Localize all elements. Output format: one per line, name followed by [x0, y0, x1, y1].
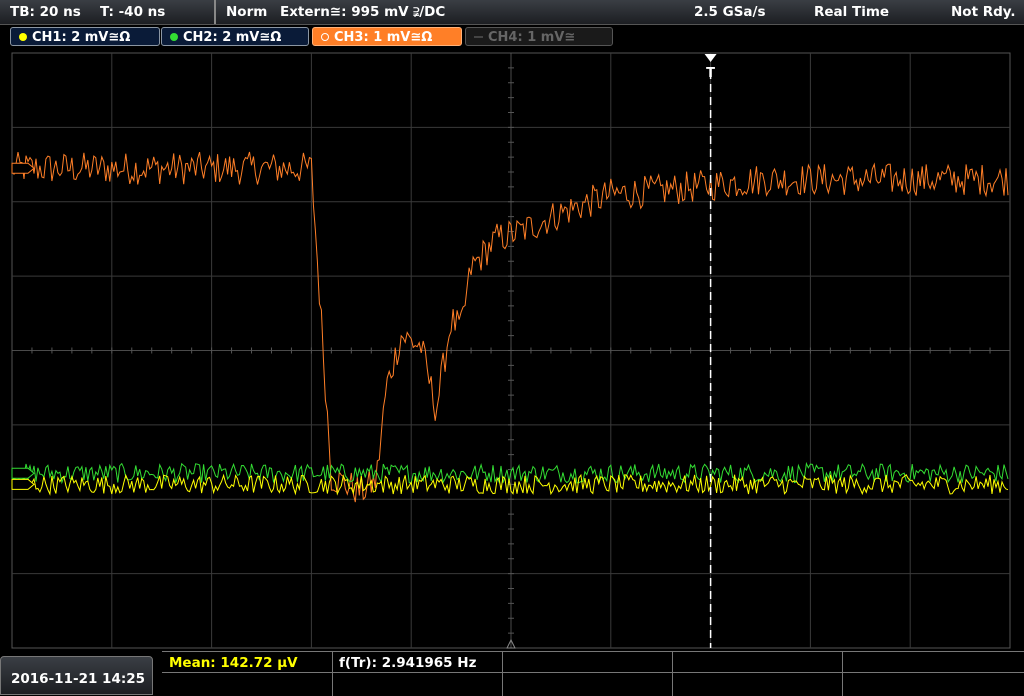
trigger-mode[interactable]: Norm [226, 4, 267, 20]
meas-divider-1 [332, 652, 333, 696]
trigger-frequency-measurement[interactable]: f(Tr): 2.941965 Hz [339, 655, 476, 671]
channel-3-button[interactable]: CH3: 1 mV≅Ω [312, 27, 462, 46]
channel-3-dot-icon [321, 33, 329, 41]
trigger-marker-label: T [706, 66, 715, 81]
channel-1-button[interactable]: CH1: 2 mV≅Ω [10, 27, 160, 46]
measurement-panel: Mean: 142.72 µV f(Tr): 2.941965 Hz [162, 651, 1024, 696]
meas-divider-2 [502, 652, 503, 696]
date-time: 2016-11-21 14:25 [11, 671, 146, 687]
channel-2-button[interactable]: CH2: 2 mV≅Ω [161, 27, 309, 46]
channel-1-label: CH1: 2 mV≅Ω [32, 30, 131, 45]
meas-divider-4 [842, 652, 843, 696]
acquisition-mode: Real Time [814, 4, 890, 20]
trigger-time-readout[interactable]: T: -40 ns [100, 4, 165, 20]
channel-3-label: CH3: 1 mV≅Ω [334, 30, 433, 45]
channel-2-label: CH2: 2 mV≅Ω [183, 30, 282, 45]
date-time-box: 2016-11-21 14:25 [0, 656, 153, 695]
meas-divider-3 [672, 652, 673, 696]
trigger-source[interactable]: Extern≅: 995 mV ⫌/DC [280, 4, 445, 20]
channel-1-dot-icon [19, 33, 27, 41]
channel-4-button[interactable]: CH4: 1 mV≅ [465, 27, 613, 46]
measurement-bar: 2016-11-21 14:25 Mean: 142.72 µV f(Tr): … [0, 651, 1024, 696]
channel-bar: CH1: 2 mV≅Ω CH2: 2 mV≅Ω CH3: 1 mV≅Ω CH4:… [0, 25, 1024, 49]
mean-measurement[interactable]: Mean: 142.72 µV [169, 655, 298, 671]
acquisition-status: Not Rdy. [951, 4, 1016, 20]
sample-rate: 2.5 GSa/s [694, 4, 766, 20]
channel-2-dot-icon [170, 33, 178, 41]
status-divider [214, 0, 216, 24]
graticule [11, 52, 1011, 649]
timebase-readout[interactable]: TB: 20 ns [10, 4, 81, 20]
waveform-display[interactable]: T [0, 50, 1024, 650]
channel-4-dash-icon [474, 36, 483, 38]
meas-row-divider [162, 672, 1024, 673]
channel-4-label: CH4: 1 mV≅ [488, 30, 576, 45]
status-bar: TB: 20 ns T: -40 ns Norm Extern≅: 995 mV… [0, 0, 1024, 25]
